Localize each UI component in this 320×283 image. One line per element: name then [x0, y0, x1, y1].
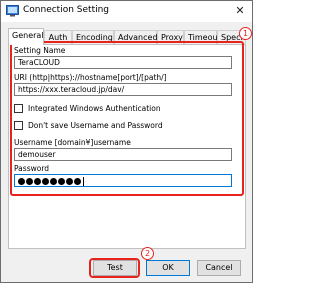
cancel-button[interactable]: Cancel — [197, 260, 241, 276]
password-mask-dot — [26, 177, 33, 185]
password-mask-dot — [74, 177, 81, 185]
uri-field[interactable]: https://xxx.teracloud.jp/dav/ — [14, 83, 232, 96]
connection-icon — [6, 5, 19, 17]
dont-save-checkbox[interactable] — [14, 121, 23, 130]
text-caret — [83, 176, 84, 186]
password-label: Password — [14, 164, 50, 173]
title-bar: Connection Setting ✕ — [1, 1, 252, 22]
dont-save-label: Don't save Username and Password — [28, 121, 163, 130]
window-title: Connection Setting — [23, 5, 110, 15]
username-field[interactable]: demouser — [14, 148, 232, 161]
setting-name-field[interactable]: TeraCLOUD — [14, 56, 232, 69]
username-label: Username [domain¥]username — [14, 138, 131, 147]
password-mask-dot — [42, 177, 49, 185]
password-mask-dot — [50, 177, 57, 185]
password-mask-dot — [34, 177, 41, 185]
uri-label: URI (http|https)://hostname[port]/[path/… — [14, 73, 167, 82]
test-button[interactable]: Test — [93, 260, 137, 276]
password-mask-dot — [66, 177, 73, 185]
setting-name-label: Setting Name — [14, 46, 66, 55]
password-field[interactable] — [14, 174, 232, 187]
integrated-auth-label: Integrated Windows Authentication — [28, 104, 161, 113]
integrated-auth-checkbox[interactable] — [14, 104, 23, 113]
password-mask-dot — [58, 177, 65, 185]
password-mask-dot — [18, 177, 25, 185]
annotation-badge-2: 2 — [141, 247, 154, 260]
annotation-badge-1: 1 — [239, 27, 252, 40]
ok-button[interactable]: OK — [146, 260, 190, 276]
close-icon[interactable]: ✕ — [232, 3, 248, 19]
tab-general[interactable]: General — [8, 28, 44, 45]
